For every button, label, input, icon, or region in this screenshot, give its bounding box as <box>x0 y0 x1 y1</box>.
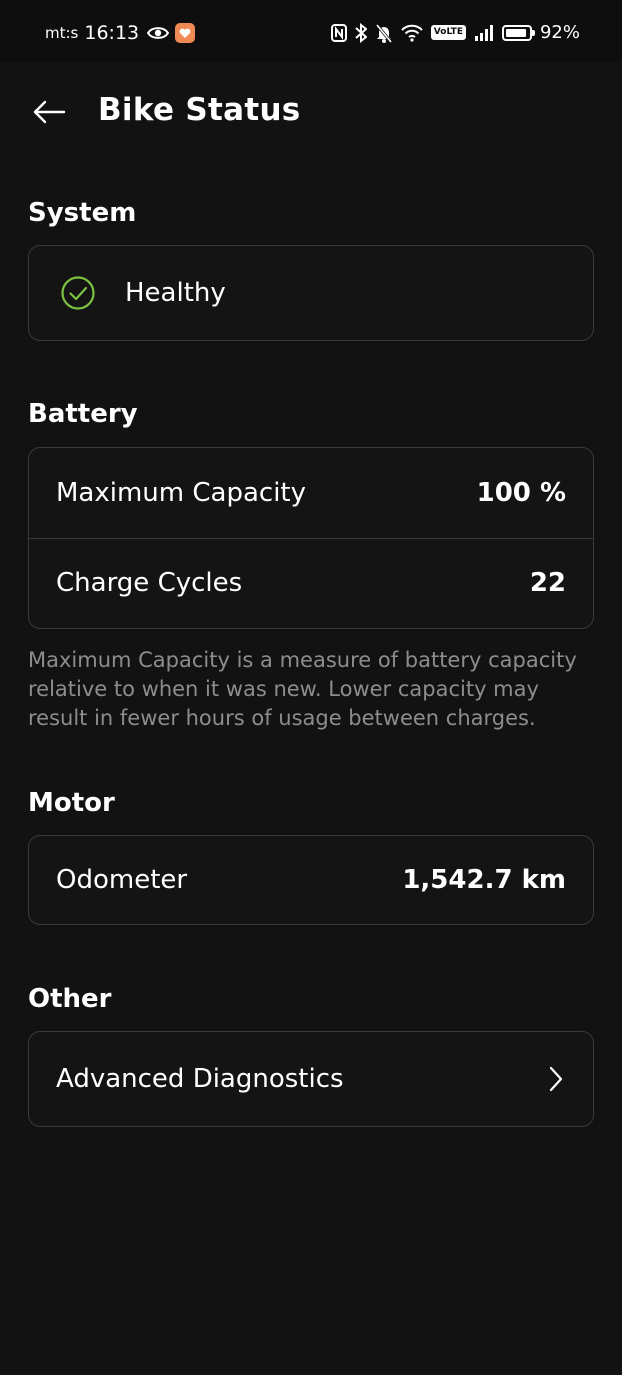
system-status-row: Healthy <box>29 246 593 339</box>
status-bar-right: VoLTE 92% <box>330 22 580 43</box>
app-notification-icon <box>175 23 196 43</box>
charge-cycles-label: Charge Cycles <box>56 568 243 598</box>
wifi-icon <box>401 24 423 42</box>
battery-fill <box>505 28 527 37</box>
battery-card: Maximum Capacity 100 % Charge Cycles 22 <box>28 447 594 629</box>
other-card: Advanced Diagnostics <box>28 1031 594 1127</box>
max-capacity-value: 100 % <box>476 478 566 508</box>
carrier-label: mt:s <box>45 24 79 42</box>
odometer-value: 1,542.7 km <box>402 864 566 895</box>
section-title-system: System <box>28 198 137 228</box>
system-status-label: Healthy <box>125 277 226 308</box>
volte-badge: VoLTE <box>430 25 466 40</box>
odometer-label: Odometer <box>56 864 188 895</box>
battery-row-charge-cycles: Charge Cycles 22 <box>29 538 593 627</box>
advanced-diagnostics-label: Advanced Diagnostics <box>56 1063 344 1094</box>
max-capacity-label: Maximum Capacity <box>56 478 306 508</box>
motor-row-odometer: Odometer 1,542.7 km <box>29 836 593 923</box>
status-bar: mt:s 16:13 VoLTE 92% <box>0 0 622 62</box>
section-title-motor: Motor <box>28 788 115 818</box>
battery-percent: 92% <box>539 22 580 43</box>
app-header: Bike Status <box>0 62 622 167</box>
nfc-icon <box>330 23 347 42</box>
bluetooth-icon <box>355 22 367 43</box>
system-card: Healthy <box>28 245 594 341</box>
mute-bell-icon <box>375 23 392 43</box>
page-title: Bike Status <box>98 92 301 128</box>
status-bar-left: mt:s 16:13 <box>45 22 196 44</box>
chevron-right-icon <box>549 1066 563 1091</box>
motor-card: Odometer 1,542.7 km <box>28 835 594 925</box>
battery-row-max-capacity: Maximum Capacity 100 % <box>29 448 593 538</box>
section-title-battery: Battery <box>28 399 138 429</box>
check-circle-icon <box>61 275 95 310</box>
back-button[interactable] <box>30 96 68 128</box>
charge-cycles-value: 22 <box>529 568 566 598</box>
arrow-left-icon <box>33 100 66 124</box>
signal-icon <box>474 24 493 41</box>
section-title-other: Other <box>28 984 112 1014</box>
advanced-diagnostics-row[interactable]: Advanced Diagnostics <box>29 1032 593 1125</box>
clock: 16:13 <box>84 22 140 44</box>
battery-note: Maximum Capacity is a measure of battery… <box>28 648 577 730</box>
eye-icon <box>147 27 170 39</box>
battery-icon <box>501 24 535 41</box>
